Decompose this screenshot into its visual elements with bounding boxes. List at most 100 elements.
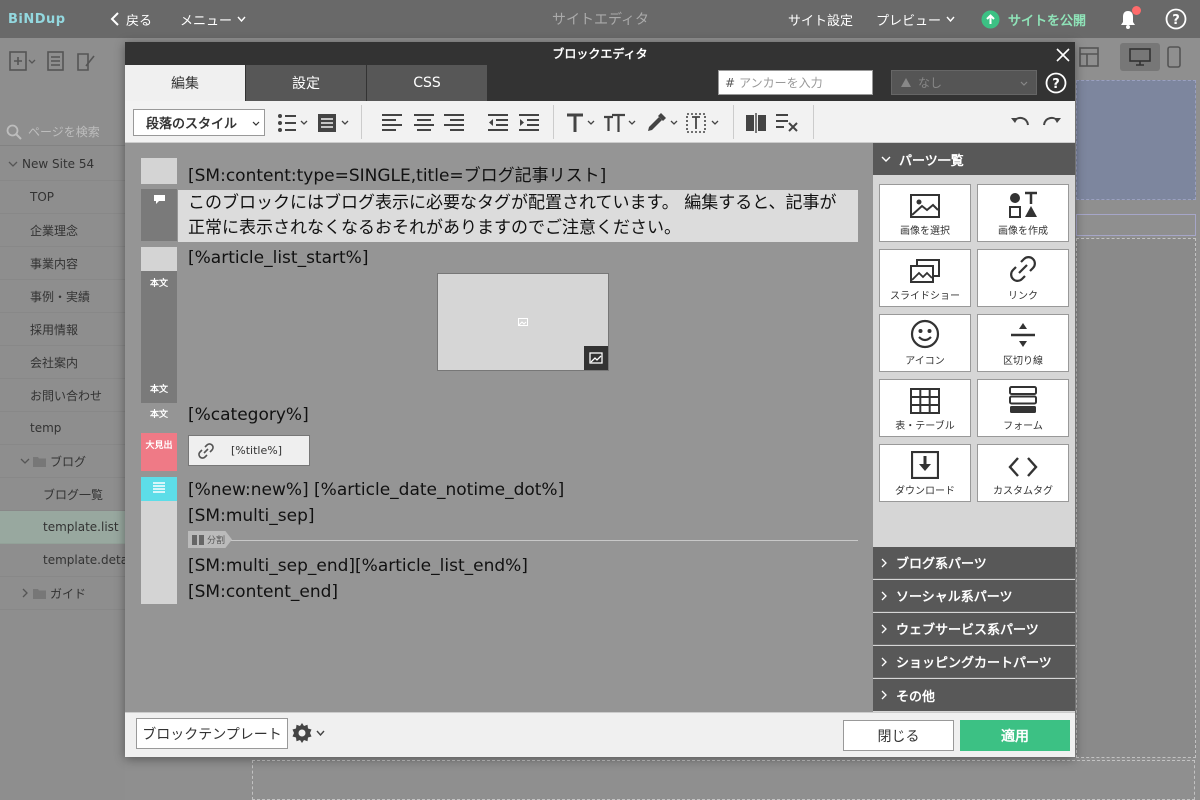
clear-format-button[interactable] (775, 110, 799, 136)
page-item[interactable]: 採用情報 (0, 313, 125, 346)
slideshow-part[interactable]: スライドショー (879, 249, 971, 307)
link-icon (1010, 256, 1036, 282)
chevron-right-icon (881, 558, 887, 567)
anchor-input[interactable]: # アンカーを入力 (718, 70, 873, 95)
publish-button[interactable]: サイトを公開 (981, 0, 1086, 38)
part-label: 区切り線 (1003, 356, 1043, 367)
desktop-view-toggle[interactable] (1120, 43, 1160, 71)
help-icon[interactable]: ? (1045, 72, 1067, 94)
blog-page-item[interactable]: ブログ一覧 (0, 478, 125, 511)
tab-settings[interactable]: 設定 (246, 65, 366, 101)
multi-sep-tag[interactable]: [SM:multi_sep] (188, 506, 315, 526)
block-format-button[interactable] (317, 110, 351, 136)
divider-part[interactable]: 区切り線 (977, 314, 1069, 372)
help-button[interactable]: ? (1165, 0, 1187, 38)
table-part[interactable]: 表・テーブル (879, 379, 971, 437)
title-link-part[interactable]: [%title%] (188, 435, 310, 466)
custom-tag-part[interactable]: カスタムタグ (977, 444, 1069, 502)
undo-button[interactable] (1009, 110, 1031, 136)
indent-button[interactable] (518, 110, 540, 136)
settings-menu-button[interactable] (291, 722, 325, 744)
text-style-icon (567, 113, 595, 132)
add-page-icon[interactable] (8, 50, 36, 72)
block-editor-dialog: ブロックエディタ 編集 設定 CSS # アンカーを入力 なし ? 段落のスタイ… (125, 42, 1075, 757)
cart-parts-section[interactable]: ショッピングカートパーツ (873, 646, 1075, 678)
list-button[interactable] (277, 110, 309, 136)
icon-part[interactable]: アイコン (879, 314, 971, 372)
block-template-button[interactable]: ブロックテンプレート (136, 718, 288, 749)
webservice-parts-section[interactable]: ウェブサービス系パーツ (873, 613, 1075, 645)
text-style-button[interactable] (565, 110, 597, 136)
outdent-button[interactable] (487, 110, 509, 136)
parts-panel-header[interactable]: パーツ一覧 (873, 143, 1075, 175)
background-block (1076, 214, 1196, 236)
part-label: カスタムタグ (993, 486, 1053, 497)
page-icon[interactable] (46, 50, 66, 72)
border-button[interactable] (685, 110, 721, 136)
preview-button[interactable]: プレビュー (876, 0, 955, 38)
part-label: リンク (1008, 291, 1038, 302)
layout-icon[interactable] (1078, 46, 1100, 68)
select-image-part[interactable]: 画像を選択 (879, 184, 971, 242)
image-settings-button[interactable] (584, 346, 608, 370)
article-list-start[interactable]: [%article_list_start%] (188, 248, 368, 268)
color-picker-button[interactable] (645, 110, 679, 136)
image-placeholder[interactable] (437, 273, 609, 371)
image-icon (518, 318, 528, 326)
editor-canvas[interactable]: 本文 本文 本文 大見出 [SM:content:type=SINGLE,tit… (125, 143, 873, 712)
divider-marker[interactable]: 分割 (188, 531, 232, 548)
page-item[interactable]: temp (0, 412, 125, 445)
site-root[interactable]: New Site 54 (0, 148, 125, 181)
tag-icon (901, 78, 911, 87)
page-item[interactable]: 事業内容 (0, 247, 125, 280)
gutter-label: 本文 (149, 385, 168, 395)
table-icon (910, 388, 940, 414)
multi-sep-end-tag[interactable]: [SM:multi_sep_end][%article_list_end%] (188, 556, 528, 576)
page-item[interactable]: お問い合わせ (0, 379, 125, 412)
content-end-tag[interactable]: [SM:content_end] (188, 582, 338, 602)
redo-button[interactable] (1041, 110, 1063, 136)
download-part[interactable]: ダウンロード (879, 444, 971, 502)
insert-column-button[interactable] (745, 110, 767, 136)
apply-button[interactable]: 適用 (960, 720, 1070, 751)
page-item[interactable]: 企業理念 (0, 214, 125, 247)
page-item[interactable]: 会社案内 (0, 346, 125, 379)
link-part[interactable]: リンク (977, 249, 1069, 307)
align-left-button[interactable] (381, 110, 403, 136)
blog-parts-section[interactable]: ブログ系パーツ (873, 547, 1075, 579)
notice-text[interactable]: このブロックにはブログ表示に必要なタグが配置されています。 編集すると、記事が正… (188, 191, 846, 241)
chevron-down-icon (8, 161, 18, 167)
mobile-icon[interactable] (1166, 46, 1182, 68)
paragraph-style-select[interactable]: 段落のスタイル (133, 109, 265, 136)
content-tag-line[interactable]: [SM:content:type=SINGLE,title=ブログ記事リスト] (188, 161, 606, 186)
close-button[interactable]: 閉じる (843, 720, 954, 751)
blog-page-item-selected[interactable]: template.list (0, 511, 125, 544)
edit-page-icon[interactable] (76, 50, 96, 72)
background-block (1076, 80, 1196, 200)
page-item[interactable]: TOP (0, 181, 125, 214)
chevron-down-icon (946, 16, 955, 22)
align-center-icon (414, 114, 434, 131)
guide-folder[interactable]: ガイド (0, 577, 125, 610)
close-icon[interactable] (1056, 48, 1070, 62)
tab-css[interactable]: CSS (367, 65, 487, 101)
gutter-block (141, 477, 177, 501)
back-button[interactable]: 戻る (110, 0, 152, 38)
social-parts-section[interactable]: ソーシャル系パーツ (873, 580, 1075, 612)
category-tag[interactable]: [%category%] (188, 405, 309, 425)
other-parts-section[interactable]: その他 (873, 679, 1075, 711)
form-part[interactable]: フォーム (977, 379, 1069, 437)
site-settings-button[interactable]: サイト設定 (788, 0, 853, 38)
create-image-part[interactable]: 画像を作成 (977, 184, 1069, 242)
font-size-button[interactable] (603, 110, 637, 136)
align-right-button[interactable] (443, 110, 465, 136)
page-search[interactable]: ページを検索 (0, 118, 125, 146)
blog-folder[interactable]: ブログ (0, 445, 125, 478)
page-item[interactable]: 事例・実績 (0, 280, 125, 313)
blog-page-item[interactable]: template.detail (0, 544, 125, 577)
align-center-button[interactable] (413, 110, 435, 136)
class-select[interactable]: なし (891, 70, 1037, 95)
menu-button[interactable]: メニュー (180, 0, 246, 38)
new-date-tag[interactable]: [%new:new%] [%article_date_notime_dot%] (188, 480, 564, 500)
tab-edit[interactable]: 編集 (125, 65, 245, 101)
